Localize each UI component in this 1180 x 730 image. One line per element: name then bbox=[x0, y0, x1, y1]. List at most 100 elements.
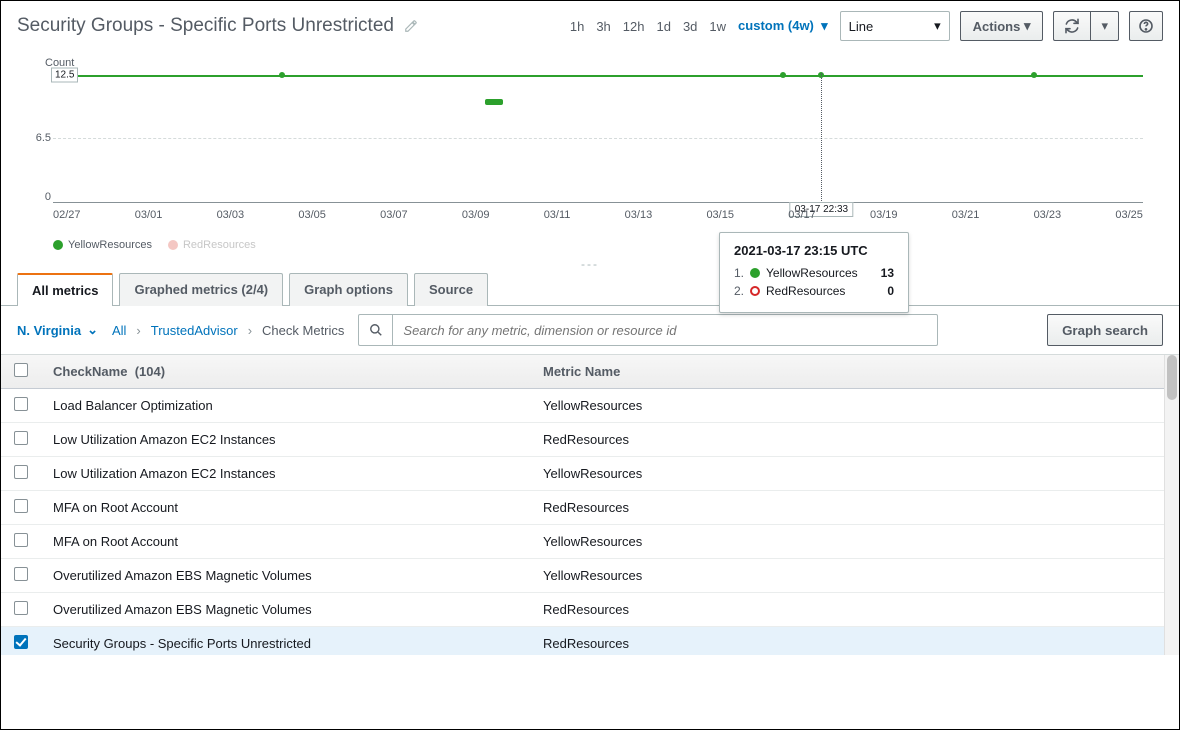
legend-item-red[interactable]: RedResources bbox=[168, 239, 256, 251]
table-row[interactable]: Load Balancer OptimizationYellowResource… bbox=[1, 389, 1179, 423]
header-metricname[interactable]: Metric Name bbox=[531, 355, 1179, 389]
search-input[interactable] bbox=[393, 323, 937, 338]
actions-button[interactable]: Actions ▾ bbox=[960, 11, 1044, 41]
help-icon bbox=[1138, 18, 1154, 34]
breadcrumb-all[interactable]: All bbox=[112, 323, 126, 338]
cell-metricname: RedResources bbox=[531, 423, 1179, 457]
time-range-custom[interactable]: custom (4w) ▾ bbox=[738, 18, 828, 34]
chevron-down-icon: ▾ bbox=[1020, 18, 1030, 34]
header-checkbox[interactable] bbox=[1, 355, 41, 389]
row-checkbox[interactable] bbox=[14, 499, 28, 513]
tooltip-title: 2021-03-17 23:15 UTC bbox=[734, 243, 894, 258]
cell-checkname: Overutilized Amazon EBS Magnetic Volumes bbox=[41, 593, 531, 627]
cell-checkname: Low Utilization Amazon EC2 Instances bbox=[41, 423, 531, 457]
cell-metricname: YellowResources bbox=[531, 457, 1179, 491]
breadcrumb-trustedadvisor[interactable]: TrustedAdvisor bbox=[151, 323, 238, 338]
chevron-right-icon: › bbox=[248, 323, 252, 338]
metric-search bbox=[358, 314, 938, 346]
edit-icon[interactable] bbox=[404, 19, 418, 33]
chart-hover-guideline bbox=[821, 73, 822, 203]
help-button[interactable] bbox=[1129, 11, 1163, 41]
tab-source[interactable]: Source bbox=[414, 273, 488, 306]
chevron-right-icon: › bbox=[136, 323, 140, 338]
dot-icon bbox=[750, 268, 760, 278]
row-checkbox[interactable] bbox=[14, 635, 28, 649]
cell-checkname: Load Balancer Optimization bbox=[41, 389, 531, 423]
table-row[interactable]: Security Groups - Specific Ports Unrestr… bbox=[1, 627, 1179, 656]
header-checkname[interactable]: CheckName (104) bbox=[41, 355, 531, 389]
cell-metricname: RedResources bbox=[531, 491, 1179, 525]
table-row[interactable]: Overutilized Amazon EBS Magnetic Volumes… bbox=[1, 559, 1179, 593]
time-range-3d[interactable]: 3d bbox=[683, 19, 697, 34]
title-area: Security Groups - Specific Ports Unrestr… bbox=[17, 15, 418, 37]
metrics-table: CheckName (104) Metric Name Load Balance… bbox=[1, 355, 1179, 655]
row-checkbox[interactable] bbox=[14, 601, 28, 615]
scrollbar[interactable] bbox=[1164, 355, 1179, 655]
time-range-1d[interactable]: 1d bbox=[656, 19, 670, 34]
breadcrumb-current: Check Metrics bbox=[262, 323, 344, 338]
cell-checkname: Low Utilization Amazon EC2 Instances bbox=[41, 457, 531, 491]
cell-checkname: MFA on Root Account bbox=[41, 491, 531, 525]
y-axis-ticks: 12.5 6.5 0 bbox=[25, 73, 51, 203]
cell-metricname: RedResources bbox=[531, 593, 1179, 627]
range-drag-handle[interactable] bbox=[485, 99, 503, 105]
refresh-options-button[interactable]: ▾ bbox=[1090, 11, 1119, 41]
tooltip-row: 1. YellowResources 13 bbox=[734, 266, 894, 280]
chart-legend: YellowResources RedResources bbox=[53, 239, 1163, 251]
chevron-down-icon: ⌄ bbox=[87, 322, 98, 338]
tab-content: N. Virginia ⌄ All › TrustedAdvisor › Che… bbox=[1, 305, 1179, 655]
filter-bar: N. Virginia ⌄ All › TrustedAdvisor › Che… bbox=[1, 306, 1179, 355]
cell-metricname: YellowResources bbox=[531, 525, 1179, 559]
table-row[interactable]: Overutilized Amazon EBS Magnetic Volumes… bbox=[1, 593, 1179, 627]
graph-search-button[interactable]: Graph search bbox=[1047, 314, 1163, 346]
cell-metricname: YellowResources bbox=[531, 559, 1179, 593]
ring-icon bbox=[750, 286, 760, 296]
page-title: Security Groups - Specific Ports Unrestr… bbox=[17, 15, 394, 37]
breadcrumb: All › TrustedAdvisor › Check Metrics bbox=[112, 323, 344, 338]
line-chart[interactable]: 12.5 6.5 0 12.5 03-17 22:33 02/27 03/01 … bbox=[53, 73, 1143, 233]
chevron-down-icon: ▾ bbox=[1101, 18, 1108, 34]
legend-chip-icon bbox=[168, 240, 178, 250]
row-checkbox[interactable] bbox=[14, 567, 28, 581]
metrics-table-container: CheckName (104) Metric Name Load Balance… bbox=[1, 355, 1179, 655]
row-checkbox[interactable] bbox=[14, 397, 28, 411]
table-row[interactable]: MFA on Root AccountRedResources bbox=[1, 491, 1179, 525]
table-row[interactable]: MFA on Root AccountYellowResources bbox=[1, 525, 1179, 559]
row-checkbox[interactable] bbox=[14, 465, 28, 479]
chart-grid bbox=[53, 73, 1143, 203]
x-axis-ticks: 02/27 03/01 03/03 03/05 03/07 03/09 03/1… bbox=[53, 209, 1143, 233]
tab-bar: All metrics Graphed metrics (2/4) Graph … bbox=[1, 273, 1179, 306]
table-row[interactable]: Low Utilization Amazon EC2 InstancesYell… bbox=[1, 457, 1179, 491]
chart-area: Count 12.5 6.5 0 12.5 03-17 22:33 02/27 … bbox=[1, 47, 1179, 255]
tab-graph-options[interactable]: Graph options bbox=[289, 273, 408, 306]
chevron-down-icon: ▾ bbox=[818, 18, 828, 33]
y-value-callout: 12.5 bbox=[51, 68, 78, 83]
time-range-1w[interactable]: 1w bbox=[709, 19, 726, 34]
row-checkbox[interactable] bbox=[14, 533, 28, 547]
time-range-picker: 1h 3h 12h 1d 3d 1w custom (4w) ▾ bbox=[570, 18, 828, 34]
time-range-1h[interactable]: 1h bbox=[570, 19, 584, 34]
cell-metricname: YellowResources bbox=[531, 389, 1179, 423]
region-select[interactable]: N. Virginia ⌄ bbox=[17, 322, 98, 338]
table-row[interactable]: Low Utilization Amazon EC2 InstancesRedR… bbox=[1, 423, 1179, 457]
chart-tooltip: 2021-03-17 23:15 UTC 1. YellowResources … bbox=[719, 232, 909, 313]
tab-graphed-metrics[interactable]: Graphed metrics (2/4) bbox=[119, 273, 283, 306]
y-axis-label: Count bbox=[45, 57, 1163, 69]
series-yellowresources bbox=[53, 75, 1143, 77]
cell-metricname: RedResources bbox=[531, 627, 1179, 656]
header-bar: Security Groups - Specific Ports Unrestr… bbox=[1, 1, 1179, 47]
legend-item-yellow[interactable]: YellowResources bbox=[53, 239, 152, 251]
tab-all-metrics[interactable]: All metrics bbox=[17, 273, 113, 306]
cell-checkname: Security Groups - Specific Ports Unrestr… bbox=[41, 627, 531, 656]
chart-type-select[interactable]: Line ▾ bbox=[840, 11, 950, 41]
panel-resize-handle[interactable]: --- bbox=[1, 255, 1179, 273]
time-range-3h[interactable]: 3h bbox=[596, 19, 610, 34]
cell-checkname: MFA on Root Account bbox=[41, 525, 531, 559]
scrollbar-thumb[interactable] bbox=[1167, 355, 1177, 400]
time-range-12h[interactable]: 12h bbox=[623, 19, 645, 34]
legend-chip-icon bbox=[53, 240, 63, 250]
row-checkbox[interactable] bbox=[14, 431, 28, 445]
refresh-button[interactable] bbox=[1053, 11, 1090, 41]
cell-checkname: Overutilized Amazon EBS Magnetic Volumes bbox=[41, 559, 531, 593]
refresh-icon bbox=[1064, 18, 1080, 34]
